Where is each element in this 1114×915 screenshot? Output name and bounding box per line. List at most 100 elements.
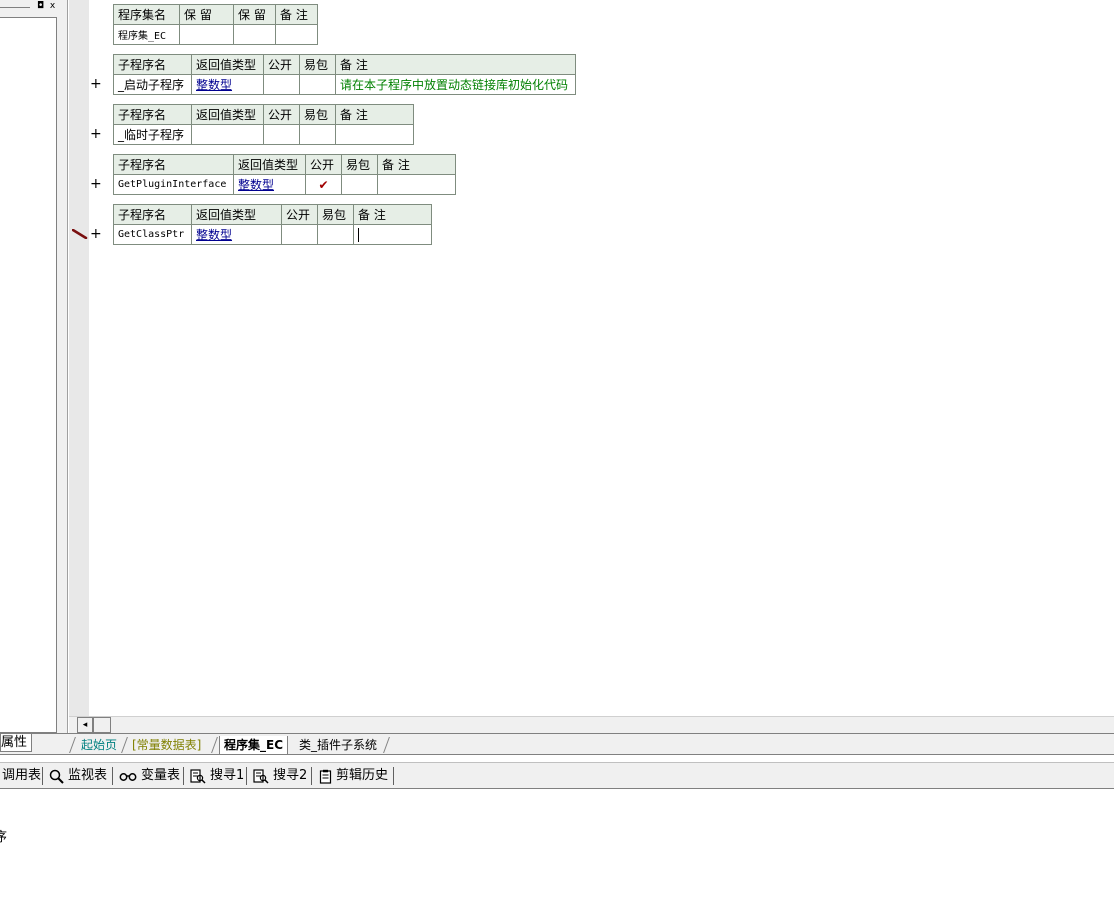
toolbar-separator xyxy=(393,767,394,785)
return-type-cell[interactable]: 整数型 xyxy=(191,224,282,245)
glasses-icon xyxy=(119,773,137,781)
expand-toggle[interactable]: + xyxy=(90,177,102,191)
left-panel: ◘ x xyxy=(0,0,62,733)
call-table-label: 调用表 xyxy=(2,768,42,783)
return-type-cell[interactable]: 整数型 xyxy=(233,174,306,195)
header-return-type: 返回值类型 xyxy=(191,54,264,75)
tab-const-data-table[interactable]: [常量数据表] xyxy=(128,736,205,754)
header-public: 公开 xyxy=(263,104,300,125)
horizontal-scrollbar[interactable]: ◂ xyxy=(69,716,1114,733)
magnifier-icon xyxy=(49,769,64,784)
search-2-label: 搜寻2 xyxy=(273,768,308,783)
public-cell[interactable] xyxy=(263,124,300,145)
call-table-button[interactable]: 调用表 xyxy=(2,767,41,785)
toolbar-separator xyxy=(183,767,184,785)
tab-bar: 属性 起始页 [常量数据表] 程序集_EC 类_插件子系统 xyxy=(0,733,1114,755)
header-easy-pkg: 易包 xyxy=(299,104,336,125)
reserved-cell-2[interactable] xyxy=(233,24,276,45)
tab-start-page[interactable]: 起始页 xyxy=(77,736,121,754)
search-1-button[interactable]: 搜寻1 xyxy=(190,767,244,785)
easy-pkg-cell[interactable] xyxy=(299,74,336,95)
toolbar-separator xyxy=(311,767,312,785)
search-1-label: 搜寻1 xyxy=(210,768,245,783)
header-note: 备 注 xyxy=(335,54,576,75)
restore-panel-icon[interactable]: ◘ xyxy=(35,1,46,12)
header-return-type: 返回值类型 xyxy=(191,104,264,125)
panel-content xyxy=(0,17,57,733)
clip-history-button[interactable]: 剪辑历史 xyxy=(319,767,388,785)
easy-pkg-cell[interactable] xyxy=(299,124,336,145)
text-caret xyxy=(358,227,359,242)
header-assembly-name: 程序集名 xyxy=(113,4,180,25)
close-panel-icon[interactable]: x xyxy=(47,1,58,12)
sub-name-cell[interactable]: GetClassPtr xyxy=(113,224,192,245)
header-return-type: 返回值类型 xyxy=(233,154,306,175)
public-cell[interactable] xyxy=(281,224,318,245)
note-cell[interactable]: 请在本子程序中放置动态链接库初始化代码 xyxy=(335,74,576,95)
search-doc-icon xyxy=(253,768,269,784)
header-sub-name: 子程序名 xyxy=(113,104,192,125)
return-type-cell[interactable]: 整数型 xyxy=(191,74,264,95)
subroutine-table: 子程序名 返回值类型 公开 易包 备 注 _启动子程序 整数型 请在本子程序中放… xyxy=(113,54,576,95)
public-cell[interactable] xyxy=(263,74,300,95)
subroutine-table: 子程序名 返回值类型 公开 易包 备 注 GetClassPtr 整数型 xyxy=(113,204,432,245)
note-cell[interactable] xyxy=(377,174,456,195)
header-note: 备 注 xyxy=(275,4,318,25)
header-sub-name: 子程序名 xyxy=(113,154,234,175)
watch-table-button[interactable]: 监视表 xyxy=(49,767,107,785)
variable-table-button[interactable]: 变量表 xyxy=(119,767,180,785)
expand-toggle[interactable]: + xyxy=(90,127,102,141)
output-text: 序 xyxy=(0,830,8,845)
assembly-name-cell[interactable]: 程序集_EC xyxy=(113,24,180,45)
expand-toggle[interactable]: + xyxy=(90,77,102,91)
easy-pkg-cell[interactable] xyxy=(317,224,354,245)
tab-separator xyxy=(383,737,397,753)
return-type-cell[interactable] xyxy=(191,124,264,145)
variable-table-label: 变量表 xyxy=(141,768,181,783)
header-note: 备 注 xyxy=(377,154,456,175)
search-2-button[interactable]: 搜寻2 xyxy=(253,767,307,785)
tab-properties[interactable]: 属性 xyxy=(0,734,33,752)
panel-splitter[interactable] xyxy=(60,0,68,733)
edit-pencil-icon xyxy=(72,229,88,239)
header-note: 备 注 xyxy=(335,104,414,125)
tab-assembly-ec[interactable]: 程序集_EC xyxy=(219,736,289,754)
expand-toggle[interactable]: + xyxy=(90,227,102,241)
output-panel[interactable]: 序 xyxy=(0,790,1114,915)
reserved-cell-1[interactable] xyxy=(179,24,234,45)
header-reserved-1: 保 留 xyxy=(179,4,234,25)
subroutine-table: 子程序名 返回值类型 公开 易包 备 注 GetPluginInterface … xyxy=(113,154,456,195)
toolbar-separator xyxy=(246,767,247,785)
header-public: 公开 xyxy=(263,54,300,75)
toolbar-separator xyxy=(112,767,113,785)
header-return-type: 返回值类型 xyxy=(191,204,282,225)
clip-history-label: 剪辑历史 xyxy=(336,768,389,783)
header-sub-name: 子程序名 xyxy=(113,54,192,75)
search-doc-icon xyxy=(190,768,206,784)
header-easy-pkg: 易包 xyxy=(299,54,336,75)
watch-table-label: 监视表 xyxy=(68,768,108,783)
header-easy-pkg: 易包 xyxy=(341,154,378,175)
note-cell[interactable] xyxy=(275,24,318,45)
sub-name-cell[interactable]: _启动子程序 xyxy=(113,74,192,95)
header-reserved-2: 保 留 xyxy=(233,4,276,25)
subroutine-table: 子程序名 返回值类型 公开 易包 备 注 _临时子程序 xyxy=(113,104,414,145)
header-public: 公开 xyxy=(305,154,342,175)
note-cell[interactable] xyxy=(335,124,414,145)
easy-pkg-cell[interactable] xyxy=(341,174,378,195)
clipboard-icon xyxy=(319,769,332,784)
tab-plugin-subsystem-class[interactable]: 类_插件子系统 xyxy=(295,736,381,754)
scroll-left-arrow-icon[interactable]: ◂ xyxy=(77,717,93,733)
header-public: 公开 xyxy=(281,204,318,225)
sub-name-cell[interactable]: GetPluginInterface xyxy=(113,174,234,195)
note-cell-editing[interactable] xyxy=(353,224,432,245)
sub-name-cell[interactable]: _临时子程序 xyxy=(113,124,192,145)
scroll-thumb[interactable] xyxy=(93,717,111,733)
toolbar-separator xyxy=(42,767,43,785)
public-checkmark-icon[interactable]: ✔ xyxy=(305,174,342,195)
header-sub-name: 子程序名 xyxy=(113,204,192,225)
bottom-toolbar: 调用表 监视表 变量表 搜寻1 搜寻2 剪辑历史 xyxy=(0,762,1114,789)
panel-title-line xyxy=(0,7,30,8)
header-easy-pkg: 易包 xyxy=(317,204,354,225)
assembly-table: 程序集名 保 留 保 留 备 注 程序集_EC xyxy=(113,4,318,45)
